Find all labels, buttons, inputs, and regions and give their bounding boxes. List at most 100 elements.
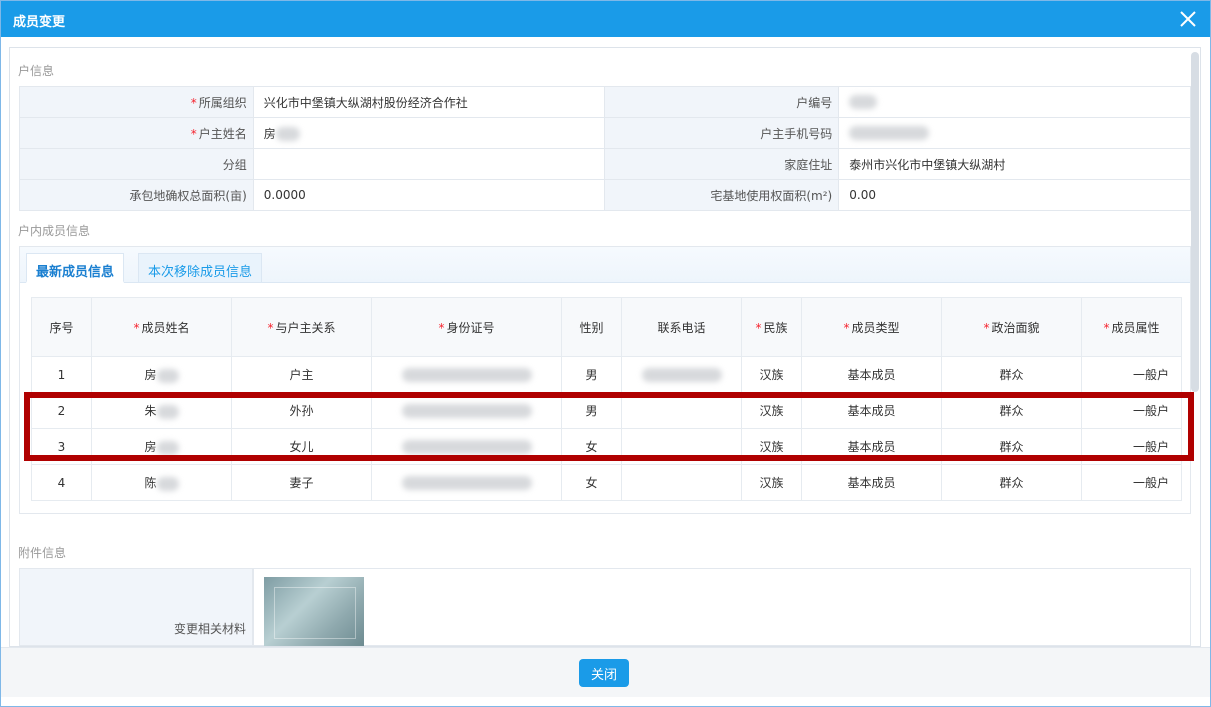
members-section-title: 户内成员信息 bbox=[18, 224, 91, 238]
close-button[interactable]: 关闭 bbox=[579, 659, 629, 687]
member-cell-text: 房 bbox=[144, 368, 157, 382]
required-asterisk: * bbox=[267, 320, 274, 335]
member-cell-text: 汉族 bbox=[759, 440, 784, 454]
members-column-header: * 成员属性 bbox=[1081, 297, 1182, 357]
household-field-value-text: 兴化市中堡镇大纵湖村股份经济合作社 bbox=[263, 95, 468, 110]
member-cell: 基本成员 bbox=[801, 464, 942, 501]
member-cell: 陈 bbox=[91, 464, 232, 501]
household-info-row: * 户主姓名房 户主手机号码 bbox=[19, 117, 1191, 149]
household-field-label: * 所属组织 bbox=[19, 86, 254, 118]
redacted-value bbox=[156, 368, 179, 383]
required-asterisk: * bbox=[755, 320, 762, 335]
member-cell-text: 群众 bbox=[999, 440, 1024, 454]
members-table: 序号 * 成员姓名 * 与户主关系 * 身份证号 性别 联系电话 * 民族 * 成员类型 * 政治面貌 * 成员… bbox=[31, 297, 1182, 501]
member-cell-text: 一般户 bbox=[1132, 404, 1169, 418]
household-field-label: 家庭住址 bbox=[604, 148, 840, 180]
member-cell-text: 一般户 bbox=[1132, 476, 1169, 490]
member-cell: 基本成员 bbox=[801, 392, 942, 429]
member-cell-text: 女 bbox=[585, 476, 598, 490]
member-cell-text: 群众 bbox=[999, 404, 1024, 418]
household-field-label: * 户主姓名 bbox=[19, 117, 254, 149]
members-column-header-text: 成员属性 bbox=[1111, 320, 1160, 335]
member-cell-text: 一般户 bbox=[1132, 368, 1169, 382]
member-cell: 女 bbox=[561, 464, 622, 501]
member-cell-text: 3 bbox=[57, 439, 66, 454]
members-column-header: 性别 bbox=[561, 297, 622, 357]
attachment-material-label: 变更相关材料 bbox=[173, 622, 246, 636]
member-cell: 群众 bbox=[941, 464, 1082, 501]
household-field-value: 房 bbox=[252, 117, 606, 149]
close-icon[interactable] bbox=[1176, 7, 1200, 31]
member-cell: 一般户 bbox=[1081, 428, 1182, 465]
member-cell-text: 外孙 bbox=[289, 404, 314, 418]
required-asterisk: * bbox=[843, 320, 850, 335]
household-field-value-text: 泰州市兴化市中堡镇大纵湖村 bbox=[849, 157, 1006, 172]
members-column-header-text: 成员类型 bbox=[851, 320, 900, 335]
dialog-footer: 关闭 bbox=[1, 647, 1210, 697]
dialog-title: 成员变更 bbox=[13, 15, 66, 30]
member-cell: 汉族 bbox=[741, 392, 802, 429]
member-row[interactable]: 4 陈 妻子 女 汉族 基本成员 群众 一般户 bbox=[31, 464, 1182, 501]
member-cell: 基本成员 bbox=[801, 428, 942, 465]
member-cell-text: 基本成员 bbox=[847, 440, 896, 454]
member-cell-text: 女儿 bbox=[289, 440, 314, 454]
members-column-header: 序号 bbox=[31, 297, 92, 357]
member-cell: 1 bbox=[31, 356, 92, 393]
household-field-value: 兴化市中堡镇大纵湖村股份经济合作社 bbox=[252, 86, 606, 118]
redacted-value bbox=[401, 439, 532, 454]
tab-removed-members[interactable]: 本次移除成员信息 bbox=[138, 253, 263, 283]
member-cell: 2 bbox=[31, 392, 92, 429]
vertical-scrollbar[interactable] bbox=[1191, 52, 1199, 644]
redacted-value bbox=[156, 404, 179, 419]
member-cell: 一般户 bbox=[1081, 392, 1182, 429]
household-field-value bbox=[838, 86, 1191, 118]
member-cell: 妻子 bbox=[231, 464, 372, 501]
member-cell: 汉族 bbox=[741, 356, 802, 393]
scrollbar-thumb[interactable] bbox=[1191, 52, 1199, 392]
tab-latest-members[interactable]: 最新成员信息 bbox=[26, 253, 125, 283]
household-field-value bbox=[252, 148, 606, 180]
members-column-header-text: 政治面貌 bbox=[991, 320, 1040, 335]
required-asterisk: * bbox=[438, 320, 445, 335]
member-row[interactable]: 1 房 户主 男 汉族 基本成员 群众 一般户 bbox=[31, 356, 1182, 393]
household-field-label: 承包地确权总面积(亩) bbox=[19, 179, 254, 211]
member-cell bbox=[621, 464, 742, 501]
dialog-content[interactable]: 户信息 * 所属组织 兴化市中堡镇大纵湖村股份经济合作社 户编号 * 户主姓名房户主手机号… bbox=[9, 47, 1201, 647]
household-field-value: 0.00 bbox=[838, 179, 1191, 211]
member-cell: 朱 bbox=[91, 392, 232, 429]
member-cell-text: 4 bbox=[57, 475, 66, 490]
member-cell: 汉族 bbox=[741, 464, 802, 501]
attachment-thumbnail[interactable] bbox=[264, 577, 364, 646]
members-column-header-text: 民族 bbox=[763, 320, 788, 335]
household-field-label-text: 分组 bbox=[222, 157, 247, 172]
member-row[interactable]: 2 朱 外孙 男 汉族 基本成员 群众 一般户 bbox=[31, 392, 1182, 429]
member-cell: 房 bbox=[91, 356, 232, 393]
household-field-value-text: 房 bbox=[263, 126, 276, 141]
member-cell: 3 bbox=[31, 428, 92, 465]
member-row[interactable]: 3 房 女儿 女 汉族 基本成员 群众 一般户 bbox=[31, 428, 1182, 465]
household-field-label-text: 承包地确权总面积(亩) bbox=[129, 188, 247, 203]
member-cell: 户主 bbox=[231, 356, 372, 393]
members-column-header: * 成员姓名 bbox=[91, 297, 232, 357]
member-cell-text: 陈 bbox=[144, 476, 157, 490]
household-field-label-text: 户主手机号码 bbox=[760, 126, 833, 141]
members-column-header: * 政治面貌 bbox=[941, 297, 1082, 357]
member-cell-text: 男 bbox=[585, 368, 598, 382]
household-info-table: * 所属组织 兴化市中堡镇大纵湖村股份经济合作社 户编号 * 户主姓名房户主手机号码 分组家… bbox=[19, 86, 1191, 211]
redacted-value bbox=[849, 95, 878, 110]
members-column-header: 联系电话 bbox=[621, 297, 742, 357]
redacted-value bbox=[401, 475, 532, 490]
redacted-value bbox=[401, 367, 532, 382]
household-field-value-text: 0.0000 bbox=[263, 188, 306, 202]
member-cell-text: 群众 bbox=[999, 368, 1024, 382]
member-cell-text: 汉族 bbox=[759, 476, 784, 490]
member-cell: 4 bbox=[31, 464, 92, 501]
required-asterisk: * bbox=[133, 320, 140, 335]
redacted-value bbox=[275, 127, 300, 141]
members-column-header: * 与户主关系 bbox=[231, 297, 372, 357]
member-cell: 男 bbox=[561, 356, 622, 393]
member-cell bbox=[621, 392, 742, 429]
members-column-header-text: 身份证号 bbox=[446, 320, 495, 335]
household-info-row: 承包地确权总面积(亩) 0.0000 宅基地使用权面积(m²) 0.00 bbox=[19, 179, 1191, 211]
household-field-value-text: 0.00 bbox=[849, 188, 876, 202]
